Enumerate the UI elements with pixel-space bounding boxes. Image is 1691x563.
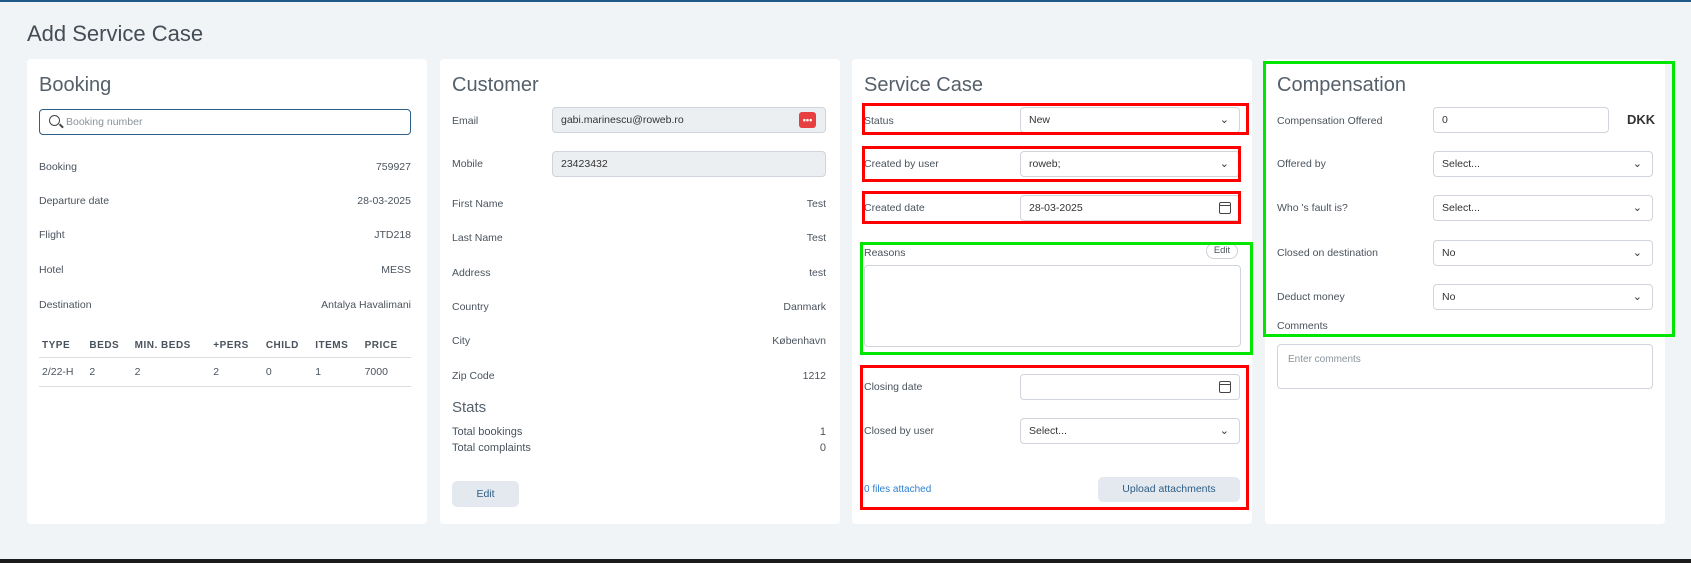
hotel-label: Hotel: [39, 264, 64, 276]
cell-type: 2/22-H: [39, 357, 87, 387]
total-complaints-label: Total complaints: [452, 442, 531, 454]
departure-date-label: Departure date: [39, 195, 110, 207]
highlight-created-date: [862, 191, 1241, 224]
customer-title: Customer: [452, 74, 539, 96]
country-value: Danmark: [783, 301, 826, 313]
address-value: test: [809, 267, 826, 279]
cell-min-beds: 2: [131, 357, 211, 387]
page-title: Add Service Case: [27, 21, 204, 46]
booking-value: 759927: [375, 161, 411, 173]
col-items: ITEMS: [312, 334, 362, 358]
country-label: Country: [452, 301, 489, 313]
email-label: Email: [452, 115, 479, 127]
customer-edit-button[interactable]: Edit: [452, 481, 519, 507]
col-beds: BEDS: [86, 334, 132, 358]
total-bookings-value: 1: [819, 426, 826, 438]
comments-placeholder: Enter comments: [1288, 354, 1361, 365]
email-value: gabi.marinescu@roweb.ro: [561, 114, 684, 126]
booking-label: Booking: [39, 161, 77, 173]
destination-label: Destination: [39, 299, 92, 311]
cell-child: 0: [262, 357, 313, 387]
col-min-beds: MIN. BEDS: [131, 334, 211, 358]
highlight-reasons: [860, 242, 1253, 355]
total-complaints-value: 0: [819, 442, 826, 454]
total-bookings-label: Total bookings: [452, 426, 523, 438]
service-case-title: Service Case: [864, 74, 983, 96]
zip-code-value: 1212: [802, 370, 826, 382]
beds-table: TYPE BEDS MIN. BEDS +PERS CHILD ITEMS PR…: [39, 334, 411, 387]
stats-title: Stats: [452, 399, 487, 416]
search-icon-handle: [59, 123, 64, 129]
beds-table-header: TYPE BEDS MIN. BEDS +PERS CHILD ITEMS PR…: [39, 334, 411, 358]
mobile-label: Mobile: [452, 158, 483, 170]
highlight-compensation: [1263, 61, 1675, 337]
mobile-value: 23423432: [561, 158, 608, 170]
departure-date-value: 28-03-2025: [357, 195, 411, 207]
comments-textarea[interactable]: Enter comments: [1277, 344, 1653, 389]
top-border: [0, 0, 1691, 2]
destination-value: Antalya Havalimani: [321, 299, 411, 311]
cell-pers: 2: [210, 357, 263, 387]
password-manager-icon[interactable]: •••: [799, 112, 816, 128]
cell-beds: 2: [86, 357, 132, 387]
highlight-status: [862, 103, 1249, 135]
table-row: 2/22-H 2 2 2 0 1 7000: [39, 357, 411, 387]
bottom-border: [0, 559, 1691, 563]
address-label: Address: [452, 267, 491, 279]
col-pers: +PERS: [210, 334, 263, 358]
email-field[interactable]: gabi.marinescu@roweb.ro •••: [552, 107, 826, 133]
city-value: København: [772, 335, 826, 347]
flight-label: Flight: [39, 229, 65, 241]
customer-panel: Customer Email gabi.marinescu@roweb.ro •…: [440, 59, 840, 524]
highlight-created-by: [862, 146, 1241, 182]
first-name-value: Test: [806, 198, 826, 210]
col-price: PRICE: [361, 334, 411, 358]
booking-title: Booking: [39, 74, 112, 96]
col-type: TYPE: [39, 334, 87, 358]
flight-value: JTD218: [374, 229, 411, 241]
first-name-label: First Name: [452, 198, 504, 210]
city-label: City: [452, 335, 471, 347]
booking-panel: Booking Booking number Booking 759927 De…: [27, 59, 427, 524]
zip-code-label: Zip Code: [452, 370, 495, 382]
last-name-label: Last Name: [452, 232, 503, 244]
mobile-field[interactable]: 23423432: [552, 151, 826, 177]
highlight-closing-section: [860, 365, 1249, 510]
cell-items: 1: [312, 357, 362, 387]
last-name-value: Test: [806, 232, 826, 244]
cell-price: 7000: [361, 357, 411, 387]
booking-search-placeholder: Booking number: [66, 116, 143, 128]
col-child: CHILD: [262, 334, 313, 358]
hotel-value: MESS: [381, 264, 411, 276]
booking-search-input[interactable]: Booking number: [39, 109, 411, 135]
